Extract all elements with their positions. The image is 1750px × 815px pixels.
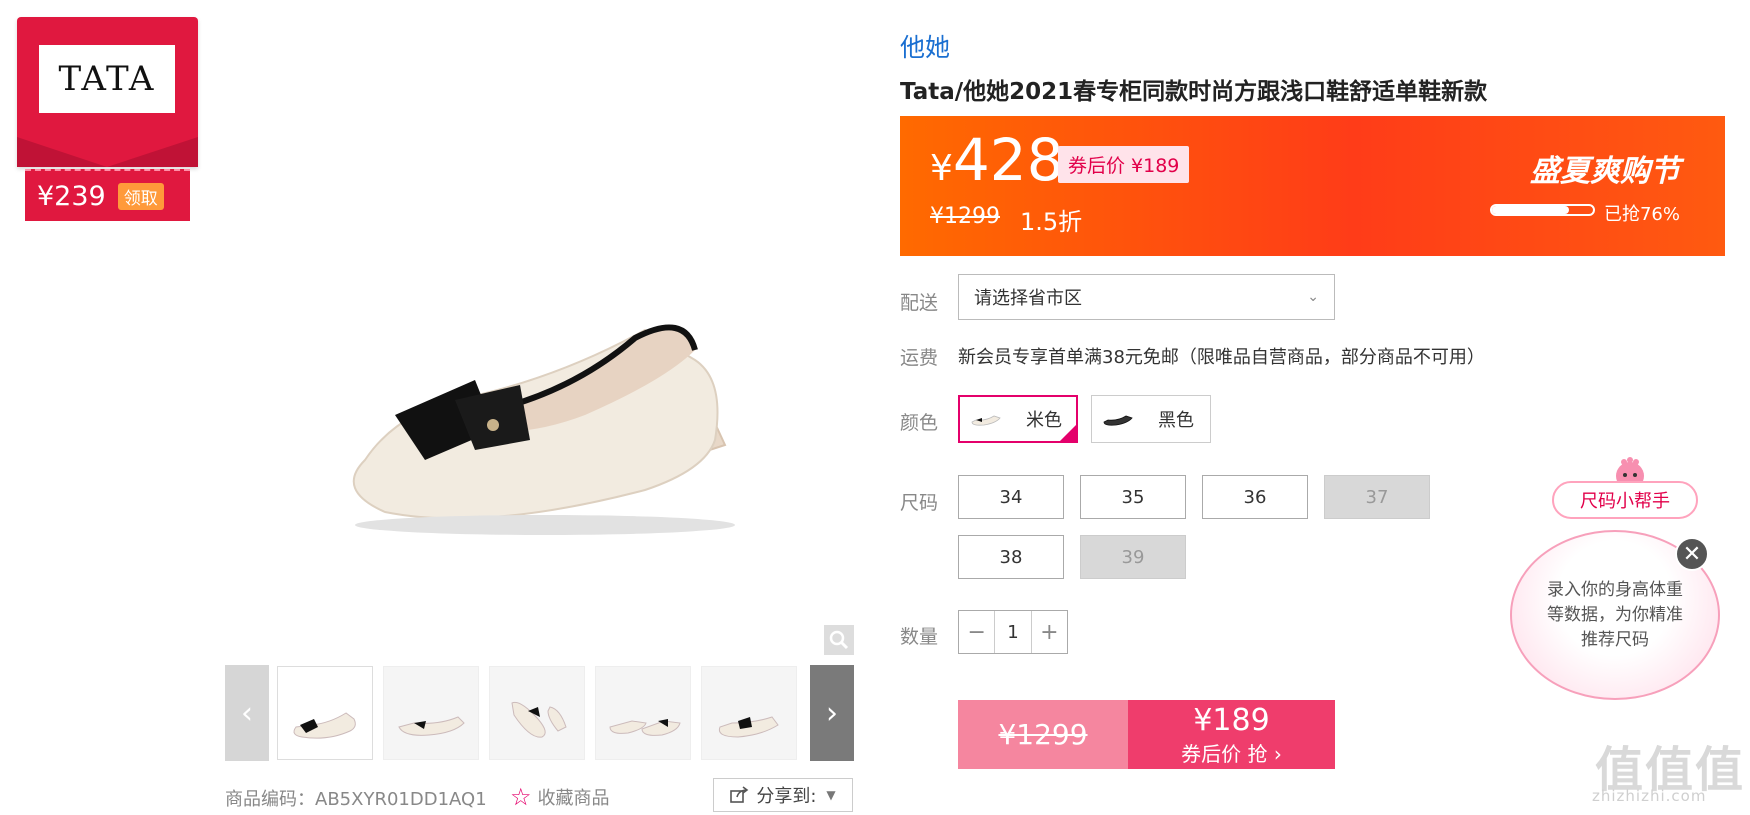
sku-code: 商品编码：AB5XYR01DD1AQ1 xyxy=(225,789,487,810)
thumbnail-shoe-icon xyxy=(293,712,356,739)
quantity-input[interactable]: 1 xyxy=(994,611,1032,653)
sold-progress-fill xyxy=(1492,206,1569,214)
quantity-decrease-button[interactable]: − xyxy=(959,611,994,653)
thumbnail[interactable] xyxy=(489,666,585,760)
share-button[interactable]: 分享到: ▼ xyxy=(713,778,853,812)
buy-now-button[interactable]: ¥189 券后价 抢 › xyxy=(1128,700,1335,769)
coupon-footer: ¥239 领取 xyxy=(25,169,190,221)
shipping-label: 运费 xyxy=(900,347,939,369)
chevron-down-icon: ⌄ xyxy=(1307,289,1319,305)
buy-original-price: ¥1299 xyxy=(958,700,1128,769)
size-option[interactable]: 36 xyxy=(1202,475,1308,519)
thumbnail[interactable] xyxy=(383,666,479,760)
promo-coupon-price: 券后价 ¥189 xyxy=(1058,146,1190,183)
promo-event-name: 盛夏爽购节 xyxy=(1530,154,1680,189)
color-option-beige[interactable]: 米色 xyxy=(958,395,1078,443)
coupon-price: ¥239 xyxy=(37,180,106,212)
selected-check-icon xyxy=(1058,423,1078,443)
main-product-image[interactable] xyxy=(225,20,855,650)
quantity-increase-button[interactable]: + xyxy=(1032,611,1067,653)
chevron-left-icon: ‹ xyxy=(241,695,253,731)
address-placeholder: 请选择省市区 xyxy=(974,288,1082,309)
shipping-text: 新会员专享首单满38元免邮（限唯品自营商品，部分商品不可用） xyxy=(958,347,1485,368)
chevron-right-icon: › xyxy=(826,695,838,731)
promo-original-price: ¥1299 xyxy=(930,204,1000,229)
share-label: 分享到: xyxy=(756,786,817,807)
thumbnail-shoe-icon xyxy=(609,719,681,736)
thumbnail[interactable] xyxy=(277,666,373,760)
thumbnail[interactable] xyxy=(595,666,691,760)
shoe-thumb-icon xyxy=(971,415,1001,426)
close-icon[interactable]: ✕ xyxy=(1675,537,1709,571)
coupon-fold xyxy=(17,137,198,167)
thumbnail-shoe-icon xyxy=(511,701,567,738)
coupon-badge[interactable]: TATA ¥239 领取 xyxy=(17,17,198,222)
size-option[interactable]: 35 xyxy=(1080,475,1186,519)
buy-action-label: 券后价 抢 › xyxy=(1181,741,1282,766)
color-option-label: 米色 xyxy=(1026,410,1062,431)
coupon-get-button[interactable]: 领取 xyxy=(117,182,164,210)
star-icon: ☆ xyxy=(510,783,532,811)
buy-button-group: ¥1299 ¥189 券后价 抢 › xyxy=(958,700,1335,769)
promo-price-value: 428 xyxy=(952,126,1064,194)
size-helper-message: 录入你的身高体重等数据，为你精准推荐尺码 xyxy=(1547,579,1683,650)
color-option-black[interactable]: 黑色 xyxy=(1091,395,1211,443)
thumbnail[interactable] xyxy=(701,666,797,760)
promo-discount: 1.5折 xyxy=(1020,208,1083,236)
color-option-label: 黑色 xyxy=(1158,410,1194,431)
zoom-button[interactable] xyxy=(824,625,854,655)
size-label: 尺码 xyxy=(900,492,939,514)
sold-progress-bar xyxy=(1490,204,1595,216)
size-option[interactable]: 38 xyxy=(958,535,1064,579)
watermark-url: zhizhizhi.com xyxy=(1592,787,1707,805)
favorite-button[interactable]: ☆ 收藏商品 xyxy=(510,783,610,811)
favorite-label: 收藏商品 xyxy=(537,788,610,809)
share-icon xyxy=(730,786,749,803)
thumbnail-shoe-icon xyxy=(718,716,779,738)
promo-price: ¥428 xyxy=(930,126,1064,194)
quantity-stepper: − 1 + xyxy=(958,610,1068,654)
quantity-label: 数量 xyxy=(900,626,939,648)
delivery-label: 配送 xyxy=(900,292,939,314)
coupon-header: TATA xyxy=(17,17,198,167)
size-helper-button[interactable]: 尺码小帮手 xyxy=(1552,481,1698,519)
size-option: 37 xyxy=(1324,475,1430,519)
magnifier-icon xyxy=(829,630,849,650)
yen-symbol: ¥ xyxy=(930,148,953,189)
address-select[interactable]: 请选择省市区 ⌄ xyxy=(958,274,1335,320)
promo-banner: ¥428 券后价 ¥189 ¥1299 1.5折 盛夏爽购节 已抢76% xyxy=(900,116,1725,256)
product-title: Tata/他她2021春专柜同款时尚方跟浅口鞋舒适单鞋新款 xyxy=(900,79,1488,105)
size-option: 39 xyxy=(1080,535,1186,579)
sold-percent-label: 已抢76% xyxy=(1603,204,1680,225)
thumb-next-button[interactable]: › xyxy=(810,665,854,761)
size-option[interactable]: 34 xyxy=(958,475,1064,519)
color-label: 颜色 xyxy=(900,412,939,434)
shoe-illustration xyxy=(352,324,735,535)
thumb-prev-button[interactable]: ‹ xyxy=(225,665,269,761)
buy-coupon-price: ¥189 xyxy=(1193,702,1270,738)
brand-logo: TATA xyxy=(39,45,175,113)
thumbnail-shoe-icon xyxy=(398,716,465,736)
shoe-thumb-icon xyxy=(1103,415,1133,426)
caret-down-icon: ▼ xyxy=(826,788,836,802)
brand-link[interactable]: 他她 xyxy=(900,28,950,64)
